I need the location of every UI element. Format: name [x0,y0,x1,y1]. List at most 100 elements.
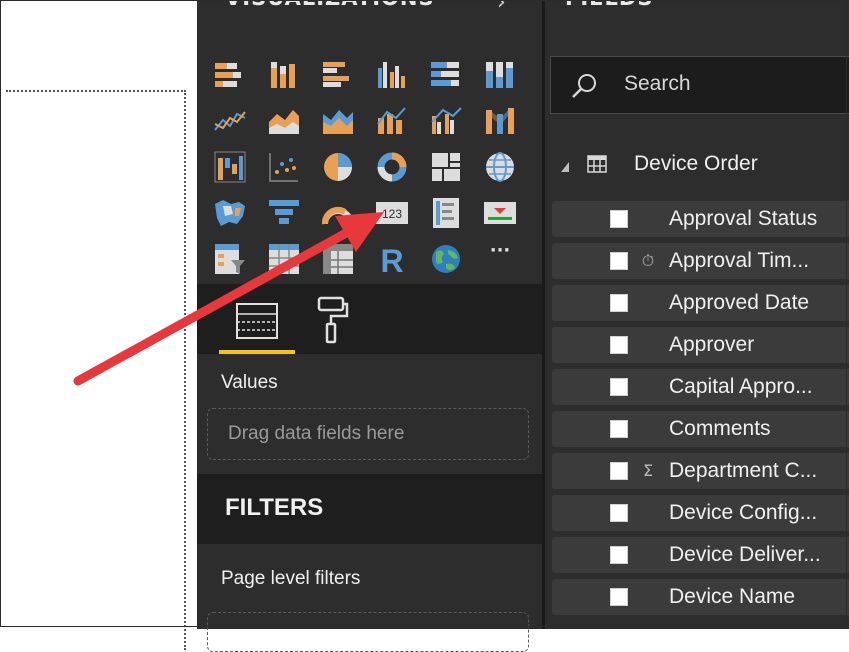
waterfall-chart-icon[interactable] [213,150,247,184]
clustered-bar-chart-icon[interactable] [321,58,355,92]
paint-roller-icon[interactable] [313,294,353,346]
pane-tabs [197,284,542,354]
table-visual-icon[interactable] [267,242,301,276]
field-checkbox[interactable] [610,210,628,228]
field-checkbox[interactable] [610,252,628,270]
page-level-filters-section: Page level filters [197,544,542,652]
r-visual-label: R [380,243,403,276]
values-label: Values [221,372,278,393]
donut-chart-icon[interactable] [375,150,409,184]
expand-caret-icon[interactable] [560,158,570,172]
search-icon [569,71,599,101]
field-checkbox[interactable] [610,378,628,396]
visual-placeholder-frame[interactable] [6,90,186,650]
ribbon-chart-icon[interactable] [483,104,517,138]
more-visuals-label: ··· [490,242,511,261]
table-name: Device Order [634,152,758,175]
fields-search-input[interactable]: Search [550,56,849,114]
field-item[interactable]: Comments [552,411,849,447]
field-label: Comments [669,417,771,440]
field-item[interactable]: Device Config... [552,495,849,531]
field-item[interactable]: Approval Status [552,201,849,237]
visualizations-title: VISUALIZATIONS [225,0,435,10]
search-placeholder: Search [624,72,691,95]
card-icon-label: 123 [382,207,402,221]
field-label: Device Deliver... [669,543,821,566]
field-label: Device Name [669,585,796,608]
table-device-order[interactable]: Device Order [545,138,849,192]
values-dropzone-placeholder: Drag data fields here [228,423,405,444]
field-label: Approval Tim... [669,249,810,272]
values-well: Values Drag data fields here [197,354,542,474]
field-label: Capital Appro... [669,375,813,398]
stacked-column-chart-icon[interactable] [267,58,301,92]
line-chart-icon[interactable] [213,104,247,138]
field-checkbox[interactable] [610,504,628,522]
filters-title: FILTERS [225,494,324,521]
field-label: Device Config... [669,501,818,524]
kpi-icon[interactable] [483,196,517,230]
stacked-bar-chart-icon[interactable] [213,58,247,92]
more-visuals-icon[interactable]: ··· [483,242,517,276]
table-icon [587,155,607,173]
time-icon: ⏱ [641,251,655,270]
values-dropzone[interactable]: Drag data fields here [207,408,529,460]
fields-title: FIELDS [565,0,653,10]
field-type-icon [638,336,658,354]
matrix-icon[interactable] [321,242,355,276]
field-item[interactable]: Approver [552,327,849,363]
filters-header: FILTERS [197,474,542,544]
clustered-column-chart-icon[interactable] [375,58,409,92]
field-checkbox[interactable] [610,420,628,438]
field-checkbox[interactable] [610,588,628,606]
field-checkbox[interactable] [610,546,628,564]
field-checkbox[interactable] [610,336,628,354]
field-label: Approver [669,333,755,356]
fields-pane: FIELDS Search Device Order Approval Stat… [545,0,849,629]
gauge-icon[interactable] [321,196,355,230]
r-visual-icon[interactable]: R [375,242,409,276]
arcgis-map-icon[interactable] [429,242,463,276]
pie-chart-icon[interactable] [321,150,355,184]
line-and-stacked-column-icon[interactable] [375,104,409,138]
page-filters-dropzone[interactable] [207,612,529,652]
field-type-icon [638,210,658,228]
page-level-filters-label: Page level filters [221,568,361,589]
stacked-area-chart-icon[interactable] [321,104,355,138]
visualizations-gallery: 123 R ··· [197,46,542,284]
multi-row-card-icon[interactable] [429,196,463,230]
area-chart-icon[interactable] [267,104,301,138]
field-checkbox[interactable] [610,294,628,312]
field-label: Approved Date [669,291,810,314]
map-icon[interactable] [483,150,517,184]
card-icon[interactable]: 123 [375,196,409,230]
field-item[interactable]: Approved Date [552,285,849,321]
filled-map-icon[interactable] [213,196,247,230]
fields-tab-icon[interactable] [219,294,295,354]
scatter-chart-icon[interactable] [267,150,301,184]
field-type-icon [638,420,658,438]
field-item[interactable]: Device Name [552,579,849,615]
funnel-icon[interactable] [267,196,301,230]
100-stacked-column-chart-icon[interactable] [483,58,517,92]
collapse-chevron-icon[interactable]: › [497,0,506,15]
field-item[interactable]: Device Deliver... [552,537,849,573]
field-type-icon [638,504,658,522]
field-label: Approval Status [669,207,818,230]
field-item[interactable]: Σ Department C... [552,453,849,489]
field-item[interactable]: Capital Appro... [552,369,849,405]
line-and-clustered-column-icon[interactable] [429,104,463,138]
field-item[interactable]: ⏱ Approval Tim... [552,243,849,279]
field-type-icon [638,588,658,606]
report-canvas[interactable] [0,0,197,650]
field-type-icon [638,546,658,564]
sigma-icon: Σ [642,461,654,480]
slicer-icon[interactable] [213,242,247,276]
field-type-icon [638,378,658,396]
treemap-icon[interactable] [429,150,463,184]
field-label: Department C... [669,459,818,482]
visualizations-header: VISUALIZATIONS › [197,0,542,46]
100-stacked-bar-chart-icon[interactable] [429,58,463,92]
visualizations-pane: VISUALIZATIONS › [197,0,542,652]
field-checkbox[interactable] [610,462,628,480]
